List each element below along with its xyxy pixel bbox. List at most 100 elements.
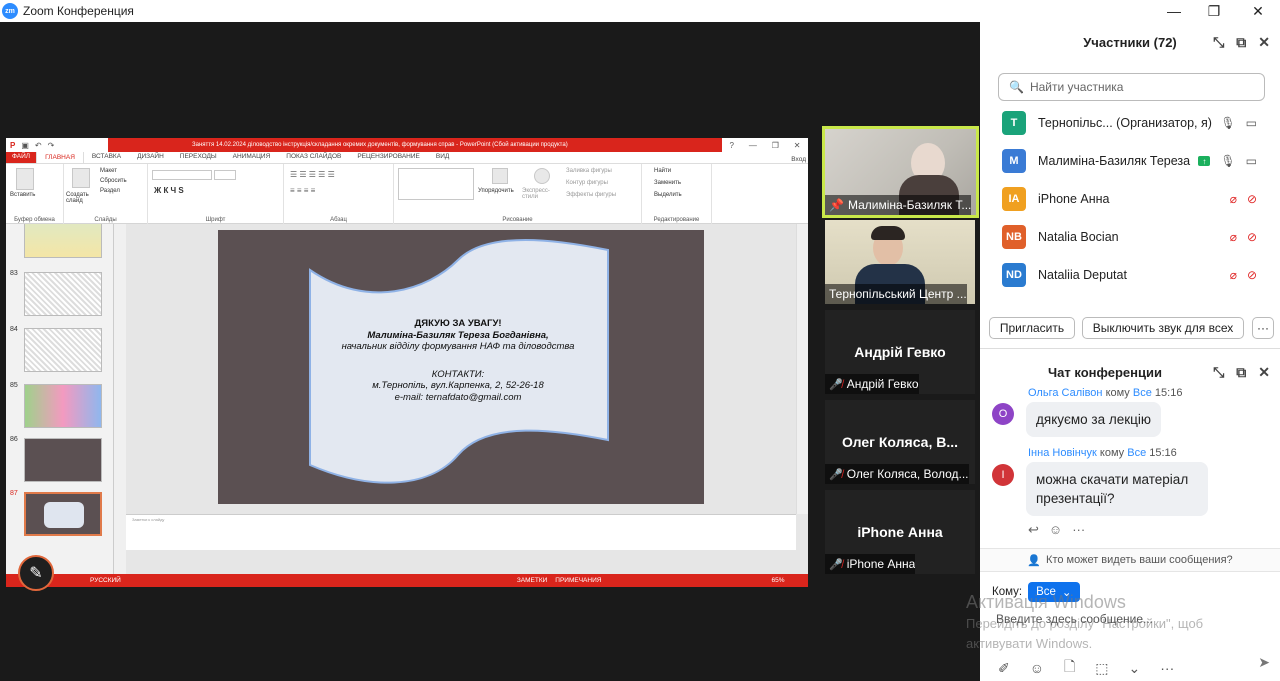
tile-big-name: iPhone Анна — [857, 524, 943, 540]
emoji-icon[interactable]: ☺ — [1030, 660, 1044, 676]
video-tile-active-speaker[interactable]: 📌 Малиміна-Базиляк Т... — [822, 126, 979, 218]
emoji-reaction-icon[interactable]: ☺ — [1049, 522, 1062, 538]
mic-muted-icon[interactable]: ⌀ — [1230, 230, 1237, 244]
participant-row[interactable]: M Малиміна-Базиляк Тереза ↑ 🎙 ▭ — [1002, 142, 1257, 180]
thumbnail-number: 83 — [10, 270, 18, 277]
participant-avatar: T — [1002, 111, 1026, 135]
participant-row[interactable]: NB Natalia Bocian ⌀ ⊘ — [1002, 218, 1257, 256]
camera-off-icon[interactable]: ⊘ — [1247, 230, 1257, 244]
shared-powerpoint-window[interactable]: P ▣ ↶ ↷ Заняття 14.02.2024 діловодство і… — [6, 138, 808, 587]
maximize-button[interactable]: ❐ — [1194, 0, 1234, 22]
popout-icon[interactable]: ⧉ — [1236, 34, 1246, 51]
font-size-box — [214, 170, 236, 180]
slide-thumbnails-pane: 83 84 85 86 87 — [6, 224, 114, 574]
chevron-down-icon[interactable]: ⌄ — [1129, 660, 1141, 677]
undo-icon: ↶ — [34, 140, 42, 150]
pin-icon: 📌 — [829, 198, 844, 212]
collapse-icon[interactable]: ⤡ — [1213, 364, 1224, 381]
screen-share-icon: ↑ — [1198, 156, 1211, 166]
send-icon[interactable]: ➤ — [1258, 654, 1270, 671]
chat-toolbar: ✐ ☺ 🗋 ⬚ ⌄ ··· — [998, 656, 1174, 680]
tile-big-name: Андрій Гевко — [854, 344, 946, 360]
participants-header-icons: ⤡ ⧉ ✕ — [1213, 34, 1270, 51]
thumbnail-number: 84 — [10, 326, 18, 333]
camera-off-icon[interactable]: ⊘ — [1247, 192, 1257, 206]
ppt-body: 83 84 85 86 87 ДЯКУЮ ЗА УВАГУ! Малиміна-… — [6, 224, 808, 574]
video-tile[interactable]: Олег Коляса, В... 🎤̸ Олег Коляса, Волод..… — [825, 400, 975, 484]
more-icon[interactable]: ··· — [1072, 522, 1085, 538]
video-tile-name: 🎤̸ Олег Коляса, Волод... — [825, 464, 969, 484]
camera-icon[interactable]: ▭ — [1246, 116, 1257, 130]
ppt-ribbon: Вставить Буфер обмена Создать слайд Маке… — [6, 164, 808, 224]
camera-off-icon[interactable]: ⊘ — [1247, 268, 1257, 282]
redo-icon: ↷ — [47, 140, 55, 150]
close-panel-icon[interactable]: ✕ — [1258, 34, 1270, 51]
more-icon[interactable]: ··· — [1160, 660, 1174, 676]
slide-edit-area: ДЯКУЮ ЗА УВАГУ! Малиміна-Базиляк Тереза … — [126, 224, 796, 514]
arrange-icon — [492, 168, 508, 184]
close-panel-icon[interactable]: ✕ — [1258, 364, 1270, 381]
ppt-minimize-icon: — — [748, 140, 757, 150]
slide-contacts-heading: КОНТАКТИ: — [431, 368, 485, 380]
chat-recipient-row: Кому: Все ⌄ — [992, 582, 1080, 602]
annotate-pen-button[interactable]: ✎ — [18, 555, 54, 591]
chat-message-input[interactable]: Введите здесь сообщение... — [996, 612, 1266, 630]
popout-icon[interactable]: ⧉ — [1236, 364, 1246, 381]
participant-avatar: NB — [1002, 225, 1026, 249]
arrange-button: Упорядочить — [478, 188, 514, 194]
ppt-tab-view: ВИД — [435, 153, 450, 160]
file-icon[interactable]: 🗋 — [1064, 656, 1075, 680]
ribbon-group-drawing: Упорядочить Экспресс-стили Заливка фигур… — [394, 164, 642, 224]
replace-button: Заменить — [654, 180, 681, 186]
chat-to-label: кому — [1105, 387, 1130, 399]
invite-button[interactable]: Пригласить — [989, 317, 1075, 339]
participant-row[interactable]: IA iPhone Анна ⌀ ⊘ — [1002, 180, 1257, 218]
chat-message-header: Ольга Салівон кому Все 15:16 — [1028, 387, 1182, 399]
who-can-see-messages[interactable]: 👤 Кто может видеть ваши сообщения? — [980, 548, 1280, 572]
ppt-tab-review: РЕЦЕНЗИРОВАНИЕ — [357, 153, 420, 160]
mic-muted-icon[interactable]: ⌀ — [1230, 192, 1237, 206]
chat-message-bubble: дякуємо за лекцію — [1026, 402, 1162, 437]
participant-row[interactable]: T Тернопільс... (Организатор, я) 🎙 ▭ — [1002, 104, 1257, 142]
participant-row[interactable]: ND Nataliia Deputat ⌀ ⊘ — [1002, 256, 1257, 294]
screenshot-icon[interactable]: ⬚ — [1095, 660, 1108, 677]
video-tile[interactable]: Андрій Гевко 🎤̸ Андрій Гевко — [825, 310, 975, 394]
mic-icon[interactable]: 🎙 — [1220, 116, 1235, 130]
people-icon: 👤 — [1027, 554, 1042, 567]
video-tile[interactable]: iPhone Анна 🎤̸ iPhone Анна — [825, 490, 975, 574]
mic-muted-icon[interactable]: ⌀ — [1230, 268, 1237, 282]
more-options-button[interactable]: ··· — [1252, 317, 1274, 339]
mic-icon[interactable]: 🎙 — [1220, 154, 1235, 168]
select-button: Выделить — [654, 192, 682, 198]
video-tile-name: Тернопільський Центр ... — [825, 284, 967, 304]
close-button[interactable]: ✕ — [1238, 0, 1278, 22]
collapse-icon[interactable]: ⤡ — [1213, 34, 1224, 51]
current-slide: ДЯКУЮ ЗА УВАГУ! Малиміна-Базиляк Тереза … — [218, 230, 704, 504]
participant-avatar: IA — [1002, 187, 1026, 211]
participants-title: Участники (72) — [1083, 34, 1177, 50]
video-tile[interactable]: Тернопільський Центр ... — [825, 220, 975, 304]
tile-name-text: iPhone Анна — [846, 557, 916, 571]
recipient-dropdown[interactable]: Все ⌄ — [1028, 582, 1080, 602]
mute-all-button[interactable]: Выключить звук для всех — [1082, 317, 1244, 339]
video-tile-name: 📌 Малиміна-Базиляк Т... — [825, 195, 972, 215]
layout-button: Макет — [100, 168, 117, 174]
font-format-buttons: Ж К Ч S — [154, 186, 184, 195]
format-text-icon[interactable]: ✐ — [998, 660, 1010, 677]
thumbnail-image — [24, 328, 102, 372]
chat-target: Все — [1127, 447, 1147, 459]
mic-muted-icon: 🎤̸ — [829, 558, 843, 571]
slide-scrollbar — [796, 224, 808, 514]
mic-muted-icon: 🎤̸ — [829, 468, 843, 481]
chat-header-icons: ⤡ ⧉ ✕ — [1213, 364, 1270, 381]
status-comments: ПРИМЕЧАНИЯ — [555, 577, 602, 584]
ppt-tab-slideshow: ПОКАЗ СЛАЙДОВ — [286, 153, 342, 160]
camera-icon[interactable]: ▭ — [1246, 154, 1257, 168]
minimize-button[interactable]: — — [1154, 0, 1194, 22]
reply-icon[interactable]: ↩ — [1028, 522, 1039, 538]
ppt-window-controls: ? — ❐ ✕ — [722, 138, 808, 152]
chat-message-bubble: можна скачати матеріал презентації? — [1026, 462, 1208, 516]
chat-target: Все — [1132, 387, 1152, 399]
search-icon: 🔍 — [1009, 80, 1024, 94]
participant-search-input[interactable]: 🔍 Найти участника — [998, 73, 1265, 101]
